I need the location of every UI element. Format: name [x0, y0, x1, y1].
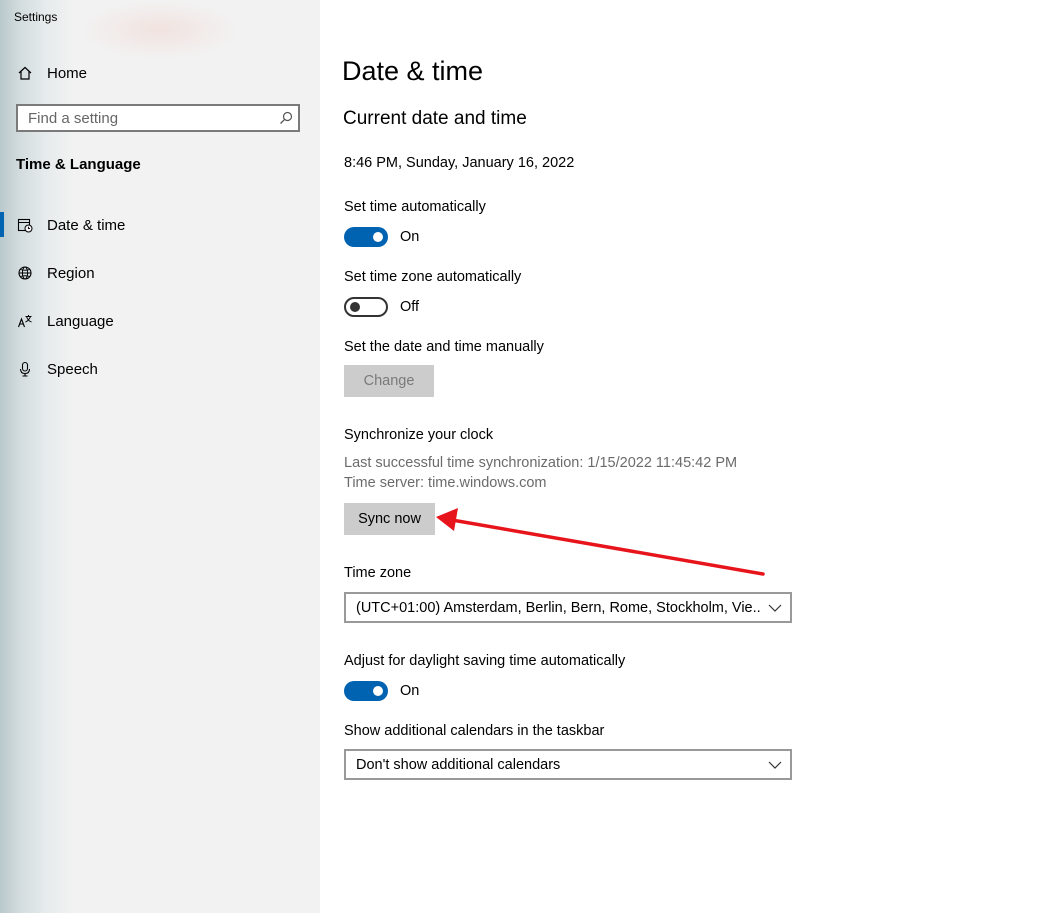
chevron-down-icon — [760, 604, 790, 612]
search-box[interactable] — [16, 104, 300, 132]
timezone-value: (UTC+01:00) Amsterdam, Berlin, Bern, Rom… — [356, 599, 760, 616]
sidebar-item-label: Date & time — [47, 216, 126, 234]
set-time-auto-toggle[interactable] — [344, 227, 388, 247]
language-icon — [16, 312, 34, 330]
timezone-label: Time zone — [344, 565, 412, 581]
timezone-dropdown[interactable]: (UTC+01:00) Amsterdam, Berlin, Bern, Rom… — [344, 592, 792, 623]
manual-label: Set the date and time manually — [344, 339, 544, 355]
sidebar-item-region[interactable]: Region — [16, 261, 95, 285]
nav-home[interactable]: Home — [16, 61, 87, 85]
last-sync-text: Last successful time synchronization: 1/… — [344, 455, 738, 471]
sidebar-item-speech[interactable]: Speech — [16, 357, 98, 381]
daylight-label: Adjust for daylight saving time automati… — [344, 653, 626, 669]
sidebar-item-label: Language — [47, 312, 114, 330]
home-icon — [16, 64, 34, 82]
search-input[interactable] — [18, 106, 274, 130]
active-indicator — [0, 212, 4, 237]
toggle-knob — [373, 232, 383, 242]
sidebar-section-title: Time & Language — [16, 156, 141, 173]
nav-home-label: Home — [47, 64, 88, 82]
toggle-knob — [373, 686, 383, 696]
window-title: Settings — [14, 10, 58, 24]
calendars-dropdown[interactable]: Don't show additional calendars — [344, 749, 792, 780]
change-button[interactable]: Change — [344, 365, 434, 397]
section-title: Current date and time — [343, 108, 527, 129]
set-tz-auto-toggle[interactable] — [344, 297, 388, 317]
sync-title: Synchronize your clock — [344, 427, 494, 443]
sidebar-item-date-time[interactable]: Date & time — [16, 213, 125, 237]
daylight-state: On — [400, 683, 420, 699]
daylight-toggle[interactable] — [344, 681, 388, 701]
sidebar: Settings Home Time & Language Date & tim… — [0, 0, 320, 913]
current-datetime: 8:46 PM, Sunday, January 16, 2022 — [344, 155, 575, 171]
set-tz-auto-state: Off — [400, 299, 420, 315]
page-title: Date & time — [342, 56, 484, 86]
set-time-auto-label: Set time automatically — [344, 199, 486, 215]
microphone-icon — [16, 360, 34, 378]
search-icon[interactable] — [274, 111, 298, 125]
main-content: Date & time Current date and time 8:46 P… — [320, 0, 1047, 913]
set-time-auto-state: On — [400, 229, 420, 245]
time-server-text: Time server: time.windows.com — [344, 475, 547, 491]
sync-now-button[interactable]: Sync now — [344, 503, 435, 535]
calendars-label: Show additional calendars in the taskbar — [344, 723, 605, 739]
calendars-value: Don't show additional calendars — [356, 756, 561, 773]
sidebar-item-language[interactable]: Language — [16, 309, 114, 333]
sidebar-item-label: Region — [47, 264, 95, 282]
globe-icon — [16, 264, 34, 282]
set-tz-auto-label: Set time zone automatically — [344, 269, 522, 285]
calendar-clock-icon — [16, 216, 34, 234]
toggle-knob — [350, 302, 360, 312]
chevron-down-icon — [760, 761, 790, 769]
sidebar-item-label: Speech — [47, 360, 98, 378]
